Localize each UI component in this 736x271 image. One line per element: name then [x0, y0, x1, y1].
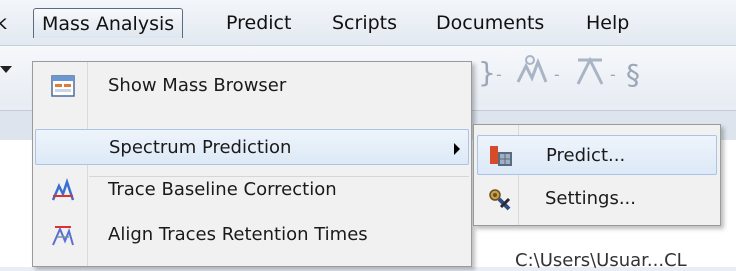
menu-item-trace-baseline-correction[interactable]: Trace Baseline Correction: [35, 172, 469, 208]
menu-item-scripts[interactable]: Scripts: [332, 8, 397, 38]
menu-bar: k Mass Analysis Predict Scripts Document…: [0, 0, 736, 46]
svg-text:-: -: [610, 65, 616, 84]
predict-icon: [490, 146, 512, 166]
dropdown-arrow-icon[interactable]: [0, 66, 12, 73]
align-traces-icon: [52, 226, 74, 246]
svg-text:-: -: [554, 65, 560, 84]
menu-item-previous[interactable]: k: [0, 8, 7, 38]
menu-item-label: Show Mass Browser: [108, 75, 287, 96]
menu-item-label: Spectrum Prediction: [109, 137, 292, 158]
submenu-item-settings[interactable]: Settings...: [477, 179, 717, 219]
menu-item-help[interactable]: Help: [586, 8, 629, 38]
mass-browser-icon: [51, 75, 75, 97]
submenu-item-label: Predict...: [546, 145, 626, 166]
menu-item-label: Align Traces Retention Times: [108, 224, 368, 245]
file-path-label: C:\Users\Usuar...CL: [515, 250, 687, 271]
svg-text:}: }: [478, 56, 496, 89]
submenu-arrow-icon: [454, 143, 460, 155]
submenu-item-label: Settings...: [545, 188, 636, 209]
peak-tool-icon[interactable]: -: [576, 56, 616, 85]
spectrum-tool-icon[interactable]: -: [516, 55, 560, 84]
submenu-item-predict[interactable]: Predict...: [477, 135, 717, 175]
menu-item-spectrum-prediction[interactable]: Spectrum Prediction: [35, 129, 469, 165]
toolbar-icons: } - - - §: [478, 55, 640, 91]
svg-text:§: §: [626, 58, 640, 91]
menu-item-show-mass-browser[interactable]: Show Mass Browser: [35, 68, 469, 104]
menu-item-label: Trace Baseline Correction: [108, 179, 337, 200]
script-tool-icon[interactable]: §: [626, 58, 640, 91]
baseline-correction-icon: [51, 178, 75, 201]
mass-analysis-menu: Show Mass Browser Spectrum Prediction Tr…: [32, 61, 472, 267]
menu-item-align-traces-retention-times[interactable]: Align Traces Retention Times: [35, 217, 469, 253]
svg-text:-: -: [496, 65, 502, 84]
molecule-tool-icon[interactable]: } -: [478, 56, 502, 89]
menu-item-mass-analysis[interactable]: Mass Analysis: [33, 8, 184, 38]
menu-item-predict[interactable]: Predict: [226, 8, 291, 38]
spectrum-prediction-submenu: Predict... Settings...: [473, 124, 721, 226]
settings-icon: [489, 189, 511, 211]
menu-item-documents[interactable]: Documents: [436, 8, 544, 38]
